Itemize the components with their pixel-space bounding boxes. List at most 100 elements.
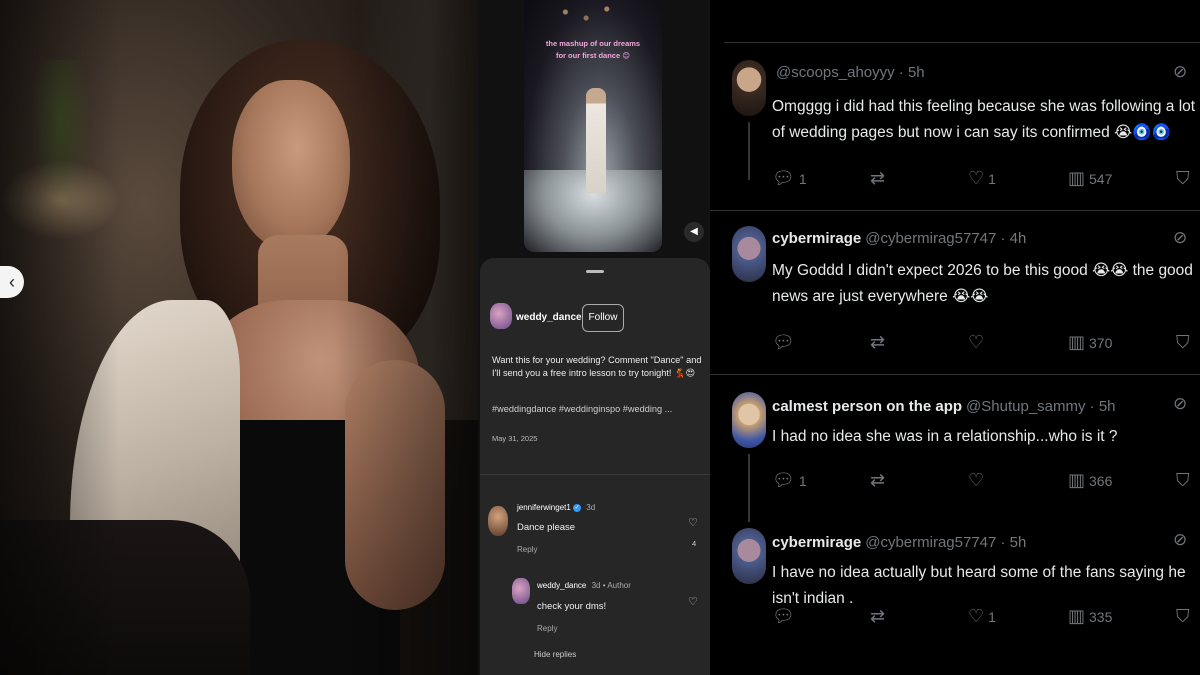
like-button[interactable]: ♡ 1	[968, 606, 996, 627]
grok-icon[interactable]: ⊘	[1173, 62, 1187, 82]
like-button[interactable]: ♡ 1	[968, 168, 996, 189]
more-icon[interactable]: ⋮	[1194, 394, 1200, 412]
tweet-header: calmest person on the app @Shutup_sammy ·…	[772, 398, 1116, 415]
repost-icon: ⇄	[870, 606, 886, 626]
avatar[interactable]	[732, 528, 766, 584]
avatar[interactable]	[490, 303, 512, 329]
tweet-header: cybermirage @cybermirag57747 · 4h	[772, 230, 1026, 247]
comment-avatar[interactable]	[488, 506, 508, 536]
reply-text: check your dms!	[537, 601, 607, 612]
chevron-left-icon: ‹	[9, 272, 15, 292]
post-caption: Want this for your wedding? Comment "Dan…	[492, 355, 702, 378]
reply-button[interactable]: 💬︎ 1	[772, 168, 807, 189]
more-icon[interactable]: ⋮	[1194, 530, 1200, 548]
vignette	[0, 0, 478, 675]
handle-time[interactable]: @Shutup_sammy · 5h	[966, 398, 1115, 415]
reply-button[interactable]: Reply	[537, 624, 557, 633]
bride-figure	[586, 88, 606, 193]
heart-icon[interactable]: ♡	[688, 516, 698, 529]
heart-icon: ♡	[968, 470, 985, 490]
instagram-panel: the mashup of our dreams for our first d…	[478, 0, 710, 675]
handle-time[interactable]: @cybermirag57747 · 5h	[865, 534, 1026, 551]
views-icon: ▥	[1068, 332, 1086, 352]
bookmark-icon: ⛉	[1176, 606, 1190, 626]
more-icon[interactable]: ⋮	[1194, 228, 1200, 246]
drag-handle[interactable]	[586, 270, 604, 273]
repost-button[interactable]: ⇄	[870, 168, 889, 189]
repost-icon: ⇄	[870, 332, 886, 352]
grok-icon[interactable]: ⊘	[1173, 394, 1187, 414]
reply-icon: 💬︎	[772, 332, 795, 352]
bookmark-icon: ⛉	[1176, 168, 1190, 188]
follow-button[interactable]: Follow	[582, 304, 624, 332]
divider	[710, 374, 1200, 375]
reel-caption-line2: for our first dance 😊	[555, 51, 631, 60]
views-button[interactable]: ▥ 370	[1068, 332, 1112, 353]
avatar[interactable]	[732, 60, 766, 116]
comment-time: 3d	[586, 503, 596, 512]
tweet-text: My Goddd I didn't expect 2026 to be this…	[772, 262, 1193, 305]
views-button[interactable]: ▥ 366	[1068, 470, 1112, 491]
repost-button[interactable]: ⇄	[870, 332, 889, 353]
tweet-header: cybermirage @cybermirag57747 · 5h	[772, 534, 1026, 551]
views-button[interactable]: ▥ 547	[1068, 168, 1112, 189]
tweet-text: I had no idea she was in a relationship.…	[772, 428, 1118, 445]
divider	[480, 474, 710, 475]
display-name[interactable]: cybermirage	[772, 534, 861, 551]
grok-icon[interactable]: ⊘	[1173, 228, 1187, 248]
mute-button[interactable]: ◀	[684, 222, 704, 242]
heart-icon[interactable]: ♡	[688, 595, 698, 608]
reply-meta: 3d • Author	[591, 581, 631, 590]
reply-button[interactable]: 💬︎	[772, 606, 799, 627]
hide-replies-link[interactable]: Hide replies	[534, 650, 576, 659]
tweet-actions: 💬︎ ⇄ ♡ 1 ▥ 335 ⛉	[772, 606, 1200, 630]
like-button[interactable]: ♡	[968, 470, 988, 491]
views-icon: ▥	[1068, 470, 1086, 490]
post-hashtags[interactable]: #weddingdance #weddinginspo #wedding ...	[492, 404, 702, 414]
divider	[710, 210, 1200, 211]
reply-icon: 💬︎	[772, 606, 795, 626]
x-replies-panel: @scoops_ahoyyy · 5h ⊘ ⋮ Omgggg i did had…	[710, 0, 1200, 675]
tweet-text: I have no idea actually but heard some o…	[772, 564, 1186, 607]
bookmark-button[interactable]: ⛉	[1176, 168, 1190, 189]
bookmark-button[interactable]: ⛉	[1176, 470, 1190, 491]
reply-username-text[interactable]: weddy_dance	[537, 581, 586, 590]
repost-icon: ⇄	[870, 168, 886, 188]
more-icon[interactable]: ⋮	[1194, 62, 1200, 80]
reel-caption: the mashup of our dreams for our first d…	[524, 38, 662, 62]
reply-avatar[interactable]	[512, 578, 530, 604]
reply-icon: 💬︎	[772, 168, 795, 188]
repost-button[interactable]: ⇄	[870, 606, 889, 627]
avatar[interactable]	[732, 226, 766, 282]
tweet-actions: 💬︎ 1 ⇄ ♡ ▥ 366 ⛉	[772, 470, 1200, 494]
post-date: May 31, 2025	[492, 434, 538, 443]
reply-button[interactable]: Reply	[517, 545, 537, 554]
repost-icon: ⇄	[870, 470, 886, 490]
speaker-icon: ◀	[690, 226, 698, 237]
reply-button[interactable]: 💬︎ 1	[772, 470, 807, 491]
bookmark-button[interactable]: ⛉	[1176, 606, 1190, 627]
bookmark-icon: ⛉	[1176, 470, 1190, 490]
avatar[interactable]	[732, 392, 766, 448]
display-name[interactable]: cybermirage	[772, 230, 861, 247]
comment-username[interactable]: jenniferwinget1 ✓ 3d	[517, 503, 595, 512]
thread-line	[748, 122, 750, 180]
repost-button[interactable]: ⇄	[870, 470, 889, 491]
heart-icon: ♡	[968, 606, 985, 626]
views-icon: ▥	[1068, 606, 1086, 626]
display-name[interactable]: calmest person on the app	[772, 398, 962, 415]
comment-username-text[interactable]: jenniferwinget1	[517, 503, 571, 512]
like-button[interactable]: ♡	[968, 332, 988, 353]
bookmark-button[interactable]: ⛉	[1176, 332, 1190, 353]
tweet-actions: 💬︎ ⇄ ♡ ▥ 370 ⛉	[772, 332, 1200, 356]
views-button[interactable]: ▥ 335	[1068, 606, 1112, 627]
handle-time[interactable]: @cybermirag57747 · 4h	[865, 230, 1026, 247]
reply-username[interactable]: weddy_dance 3d • Author	[537, 581, 631, 590]
reel-caption-line1: the mashup of our dreams	[545, 39, 641, 48]
post-username[interactable]: weddy_dance	[516, 312, 582, 323]
reply-button[interactable]: 💬︎	[772, 332, 799, 353]
grok-icon[interactable]: ⊘	[1173, 530, 1187, 550]
reel-video[interactable]: the mashup of our dreams for our first d…	[524, 0, 662, 252]
divider	[724, 42, 1200, 43]
handle-time[interactable]: @scoops_ahoyyy · 5h	[776, 64, 925, 81]
